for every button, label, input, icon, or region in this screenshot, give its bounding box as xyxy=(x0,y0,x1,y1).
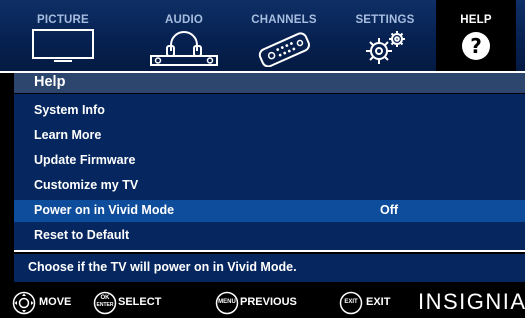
menu-item-update-firmware[interactable]: Update Firmware xyxy=(14,150,525,172)
enter-key-text: ENTER xyxy=(96,302,114,308)
help-icon: ? xyxy=(462,32,490,60)
tab-channels[interactable]: CHANNELS xyxy=(233,0,335,72)
menu-item-label: Update Firmware xyxy=(34,153,136,167)
help-menu-list: System Info Learn More Update Firmware C… xyxy=(14,94,525,250)
menu-item-label: Customize my TV xyxy=(34,178,139,192)
tab-label: PICTURE xyxy=(37,14,89,26)
menu-key-text: MENU xyxy=(218,299,236,305)
tab-label: CHANNELS xyxy=(251,14,317,26)
menu-item-reset-to-default[interactable]: Reset to Default xyxy=(14,225,525,247)
hint-previous: MENU PREVIOUS xyxy=(215,291,325,315)
hint-select: OK ENTER SELECT xyxy=(93,291,193,315)
menu-item-label: Reset to Default xyxy=(34,228,130,242)
ok-key-text: OK xyxy=(100,295,110,301)
help-description-box: Choose if the TV will power on in Vivid … xyxy=(14,254,525,282)
dpad-icon xyxy=(12,291,36,315)
hint-label: PREVIOUS xyxy=(240,296,297,308)
tab-label: SETTINGS xyxy=(355,14,415,26)
svg-text:?: ? xyxy=(470,34,482,58)
panel-header: Help xyxy=(14,73,525,93)
menu-item-learn-more[interactable]: Learn More xyxy=(14,125,525,147)
page-title: Help xyxy=(34,74,66,90)
exit-key-text: EXIT xyxy=(344,299,358,305)
menu-item-label: System Info xyxy=(34,103,105,117)
menu-item-label: Learn More xyxy=(34,128,102,142)
tab-audio[interactable]: AUDIO xyxy=(136,0,232,72)
button-hint-bar: MOVE OK ENTER SELECT MENU PREVIOUS EXIT … xyxy=(0,286,525,318)
hint-exit: EXIT EXIT xyxy=(339,291,409,315)
hint-label: EXIT xyxy=(366,296,391,308)
hint-label: SELECT xyxy=(118,296,162,308)
tab-label: HELP xyxy=(460,14,492,26)
menu-tab-bar: PICTURE AUDIO CHANNELS SETTINGS HELP ? xyxy=(0,0,525,72)
tab-picture[interactable]: PICTURE xyxy=(17,0,109,72)
channels-icon xyxy=(258,32,310,67)
tab-settings[interactable]: SETTINGS xyxy=(339,0,431,72)
description-divider xyxy=(14,250,525,252)
tab-label: AUDIO xyxy=(164,14,204,26)
hint-label: MOVE xyxy=(39,296,72,308)
settings-icon xyxy=(366,31,405,64)
menu-item-system-info[interactable]: System Info xyxy=(14,100,525,122)
menu-item-power-on-vivid-mode[interactable]: Power on in Vivid Mode Off xyxy=(14,200,525,222)
menu-item-customize-my-tv[interactable]: Customize my TV xyxy=(14,175,525,197)
audio-icon xyxy=(150,31,218,66)
tab-help[interactable]: HELP ? xyxy=(436,0,516,72)
insignia-logo: INSIGNIA xyxy=(418,289,525,314)
tv-menu-screen: PICTURE AUDIO CHANNELS SETTINGS HELP ? H… xyxy=(0,0,525,318)
help-description: Choose if the TV will power on in Vivid … xyxy=(28,260,297,274)
menu-item-value: Off xyxy=(380,203,399,217)
menu-item-label: Power on in Vivid Mode xyxy=(34,203,175,217)
picture-icon xyxy=(32,29,94,62)
hint-move: MOVE xyxy=(12,291,82,315)
